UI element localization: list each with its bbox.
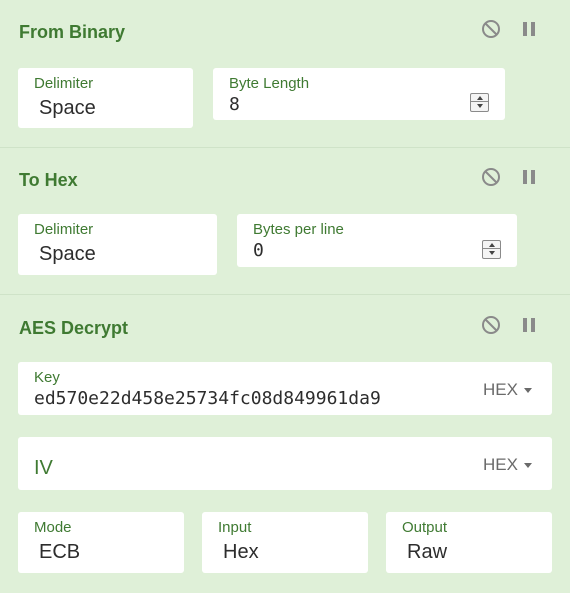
- key-encoding-dropdown[interactable]: HEX: [483, 380, 532, 400]
- stepper-up-icon[interactable]: [483, 241, 500, 249]
- iv-label: IV: [34, 457, 53, 479]
- byte-length-value: 8: [229, 94, 240, 115]
- delimiter-field[interactable]: Delimiter Space: [18, 214, 217, 275]
- key-encoding-label: HEX: [483, 380, 518, 399]
- byte-length-label: Byte Length: [229, 75, 310, 92]
- bytes-per-line-value: 0: [253, 240, 264, 261]
- pause-icon[interactable]: [518, 314, 540, 336]
- stepper-up-icon[interactable]: [471, 94, 488, 102]
- bytes-per-line-label: Bytes per line: [253, 221, 344, 238]
- chevron-down-icon: [524, 387, 532, 393]
- op-title-from-binary: From Binary: [19, 22, 126, 42]
- iv-encoding-label: HEX: [483, 455, 518, 474]
- input-field[interactable]: Input Hex: [202, 512, 368, 573]
- delimiter-label: Delimiter: [34, 75, 94, 92]
- chevron-down-icon: [524, 462, 532, 468]
- key-label: Key: [34, 369, 60, 386]
- output-field[interactable]: Output Raw: [386, 512, 552, 573]
- op-aes-decrypt: AES Decrypt Key ed570e22d458e25734fc08d8…: [0, 295, 570, 593]
- op-to-hex: To Hex Delimiter Space Bytes per line 0: [0, 148, 570, 295]
- bytes-per-line-field[interactable]: Bytes per line 0: [237, 214, 517, 267]
- byte-length-stepper[interactable]: [470, 93, 489, 112]
- delimiter-label: Delimiter: [34, 221, 94, 238]
- pause-icon[interactable]: [518, 166, 540, 188]
- disable-icon[interactable]: [480, 18, 502, 40]
- key-field[interactable]: Key ed570e22d458e25734fc08d849961da9 HEX: [18, 362, 552, 415]
- delimiter-field[interactable]: Delimiter Space: [18, 68, 193, 128]
- mode-value: ECB: [39, 541, 81, 563]
- delimiter-value: Space: [39, 97, 96, 119]
- op-title-to-hex: To Hex: [19, 170, 78, 190]
- op-controls: [480, 314, 540, 336]
- bytes-per-line-stepper[interactable]: [482, 240, 501, 259]
- delimiter-value: Space: [39, 243, 96, 265]
- mode-label: Mode: [34, 519, 72, 536]
- op-from-binary: From Binary Delimiter Space Byte Length …: [0, 0, 570, 148]
- mode-field[interactable]: Mode ECB: [18, 512, 184, 573]
- iv-field[interactable]: IV HEX: [18, 437, 552, 490]
- disable-icon[interactable]: [480, 166, 502, 188]
- output-value: Raw: [407, 541, 448, 563]
- input-value: Hex: [223, 541, 259, 563]
- byte-length-field[interactable]: Byte Length 8: [213, 68, 505, 120]
- key-value: ed570e22d458e25734fc08d849961da9: [34, 388, 381, 409]
- op-controls: [480, 18, 540, 40]
- stepper-down-icon[interactable]: [483, 249, 500, 257]
- pause-icon[interactable]: [518, 18, 540, 40]
- op-controls: [480, 166, 540, 188]
- op-title-aes-decrypt: AES Decrypt: [19, 318, 129, 338]
- iv-encoding-dropdown[interactable]: HEX: [483, 455, 532, 475]
- input-label: Input: [218, 519, 252, 536]
- output-label: Output: [402, 519, 448, 536]
- disable-icon[interactable]: [480, 314, 502, 336]
- stepper-down-icon[interactable]: [471, 102, 488, 110]
